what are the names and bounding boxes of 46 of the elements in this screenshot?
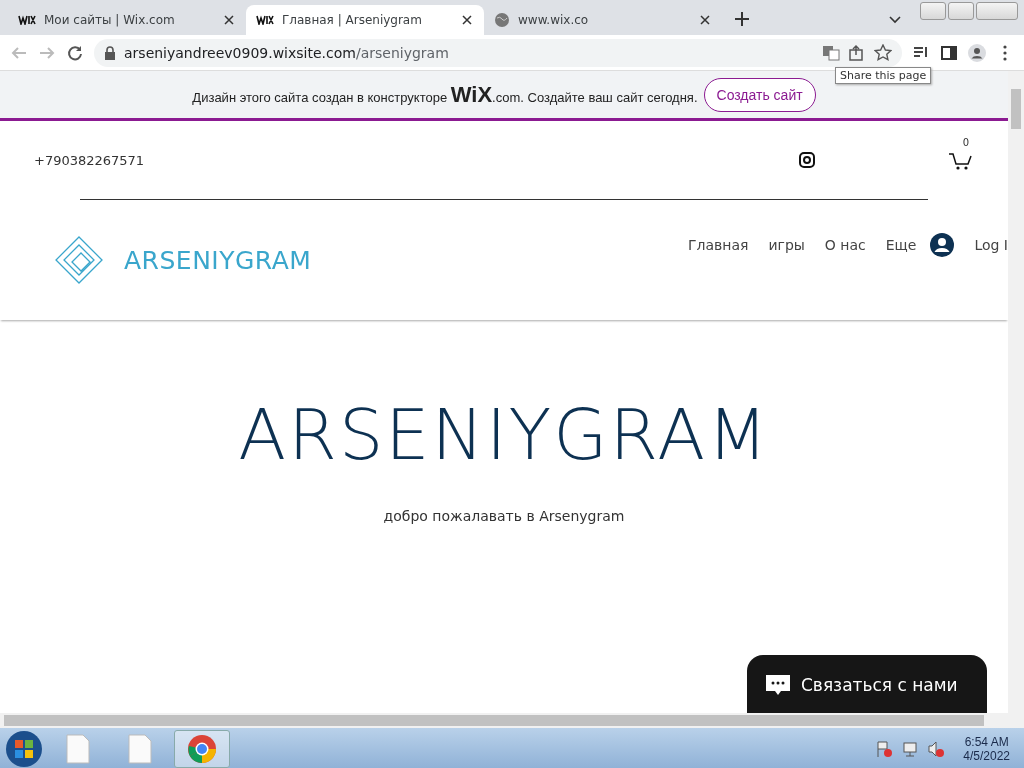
windows-start-icon[interactable] xyxy=(4,728,44,768)
chat-bubble-icon xyxy=(765,673,791,697)
cart-count: 0 xyxy=(962,138,969,148)
diamond-logo-icon xyxy=(54,235,104,285)
user-avatar-icon[interactable] xyxy=(930,233,955,257)
wix-logo-icon xyxy=(18,15,36,25)
lock-icon xyxy=(104,45,116,60)
close-icon[interactable] xyxy=(460,13,474,27)
share-icon[interactable] xyxy=(848,43,866,62)
network-icon[interactable] xyxy=(901,739,920,758)
close-icon[interactable] xyxy=(698,13,712,27)
star-icon[interactable] xyxy=(874,43,892,62)
taskbar-app[interactable] xyxy=(174,729,230,768)
address-bar[interactable]: arseniyandreev0909.wixsite.com/arseniygram xyxy=(94,38,902,67)
document-icon xyxy=(128,733,152,764)
hero-title: ARSENIYGRAM xyxy=(238,394,770,476)
profile-icon[interactable] xyxy=(968,43,986,62)
hero-subtitle: добро пожалавать в Arsenygram xyxy=(383,508,625,524)
wix-logo-icon xyxy=(256,15,274,25)
vertical-scrollbar[interactable] xyxy=(1008,71,1024,713)
banner-text: Дизайн этого сайта создан в конструкторе WiX.com. Создайте ваш сайт сегодня. xyxy=(192,81,698,108)
close-icon[interactable] xyxy=(222,13,236,27)
translate-icon[interactable] xyxy=(822,43,840,62)
instagram-icon[interactable] xyxy=(798,151,816,169)
nav-link[interactable]: О нас xyxy=(824,237,866,253)
speaker-muted-icon[interactable] xyxy=(927,739,946,758)
reload-icon[interactable] xyxy=(66,43,84,62)
phone-number: +790382267571 xyxy=(34,152,145,168)
browser-tab[interactable]: Главная | Arseniygram xyxy=(246,5,484,35)
clock-time: 6:54 AM xyxy=(964,734,1009,749)
browser-tab[interactable]: www.wix.co xyxy=(484,5,722,35)
globe-icon xyxy=(494,12,510,28)
chrome-icon xyxy=(187,733,217,764)
document-icon xyxy=(66,733,90,764)
nav-link[interactable]: игры xyxy=(768,237,805,253)
contact-chat-button[interactable]: Связаться с нами xyxy=(747,655,987,713)
flag-warning-icon[interactable] xyxy=(875,739,894,758)
nav-link[interactable]: Главная xyxy=(687,237,749,253)
horizontal-scrollbar[interactable] xyxy=(0,713,1024,728)
browser-tab[interactable]: Мои сайты | Wix.com xyxy=(8,5,246,35)
nav-link[interactable]: Еще xyxy=(885,237,917,253)
login-link[interactable]: Log I xyxy=(974,237,1008,253)
create-site-button[interactable]: Создать сайт xyxy=(703,77,816,112)
tooltip: Share this page xyxy=(835,67,932,84)
side-panel-icon[interactable] xyxy=(940,43,958,62)
clock-date: 4/5/2022 xyxy=(963,748,1010,763)
